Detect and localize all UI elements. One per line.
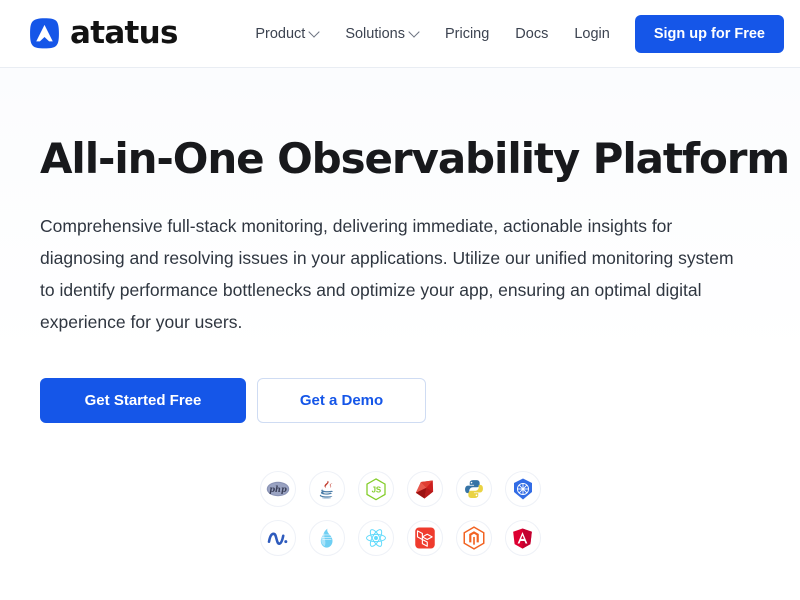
nav-item-pricing[interactable]: Pricing xyxy=(432,18,502,50)
brand-name: atatus xyxy=(70,15,178,51)
get-a-demo-button[interactable]: Get a Demo xyxy=(257,378,426,424)
react-icon[interactable] xyxy=(357,520,394,557)
magento-icon[interactable] xyxy=(455,520,492,557)
php-icon[interactable]: php xyxy=(259,471,296,508)
hero-section: All-in-One Observability Platform Compre… xyxy=(0,68,800,600)
cta-button-group: Get Started Free Get a Demo xyxy=(40,378,760,424)
nav-item-solutions[interactable]: Solutions xyxy=(332,18,432,50)
kubernetes-icon[interactable] xyxy=(504,471,541,508)
angular-icon[interactable] xyxy=(504,520,541,557)
svg-text:JS: JS xyxy=(371,485,381,494)
atatus-logo-icon xyxy=(28,17,61,50)
nav-item-product[interactable]: Product xyxy=(242,18,332,50)
laravel-icon[interactable] xyxy=(406,520,443,557)
nav-item-label: Solutions xyxy=(345,25,405,42)
nav-item-label: Login xyxy=(574,25,610,42)
nav-item-docs[interactable]: Docs xyxy=(502,18,561,50)
nav-item-label: Pricing xyxy=(444,25,490,42)
nodejs-icon[interactable]: JS xyxy=(357,471,394,508)
ruby-icon[interactable] xyxy=(406,471,443,508)
signup-button[interactable]: Sign up for Free xyxy=(634,14,784,53)
main-navigation: Product Solutions Pricing Docs Login Sig… xyxy=(242,14,784,53)
site-header: atatus Product Solutions Pricing Docs Lo… xyxy=(0,0,800,68)
svg-text:php: php xyxy=(269,484,287,494)
dotnet-icon[interactable] xyxy=(259,520,296,557)
chevron-down-icon xyxy=(410,27,419,36)
nav-item-label: Docs xyxy=(515,25,549,42)
elixir-icon[interactable] xyxy=(308,520,345,557)
chevron-down-icon xyxy=(310,27,319,36)
nav-item-login[interactable]: Login xyxy=(561,18,622,50)
java-icon[interactable] xyxy=(308,471,345,508)
technology-logos-row-1: php JS xyxy=(259,471,541,508)
brand-logo-link[interactable]: atatus xyxy=(28,17,178,50)
page-title: All-in-One Observability Platform xyxy=(40,134,790,183)
technology-logos: php JS xyxy=(40,471,760,557)
nav-item-label: Product xyxy=(255,25,306,42)
get-started-free-button[interactable]: Get Started Free xyxy=(40,378,246,424)
hero-description: Comprehensive full-stack monitoring, del… xyxy=(40,216,734,333)
python-icon[interactable] xyxy=(455,471,492,508)
technology-logos-row-2 xyxy=(259,520,541,557)
